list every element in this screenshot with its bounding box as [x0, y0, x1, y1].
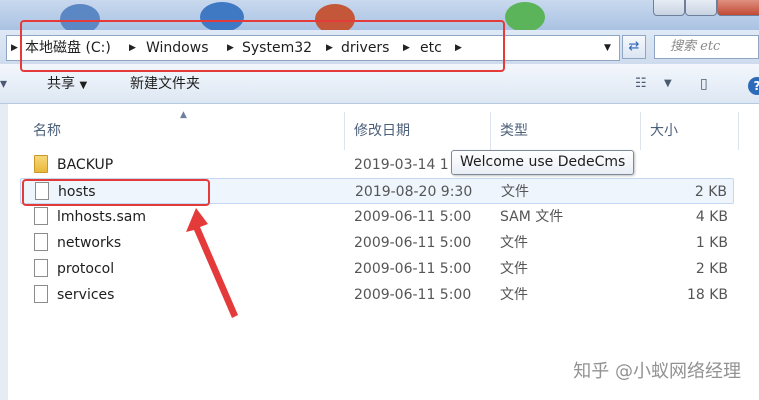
watermark: 知乎 @小蚁网络经理 [573, 361, 741, 382]
arrow-shape [186, 208, 238, 318]
annotation-arrow [186, 208, 238, 318]
